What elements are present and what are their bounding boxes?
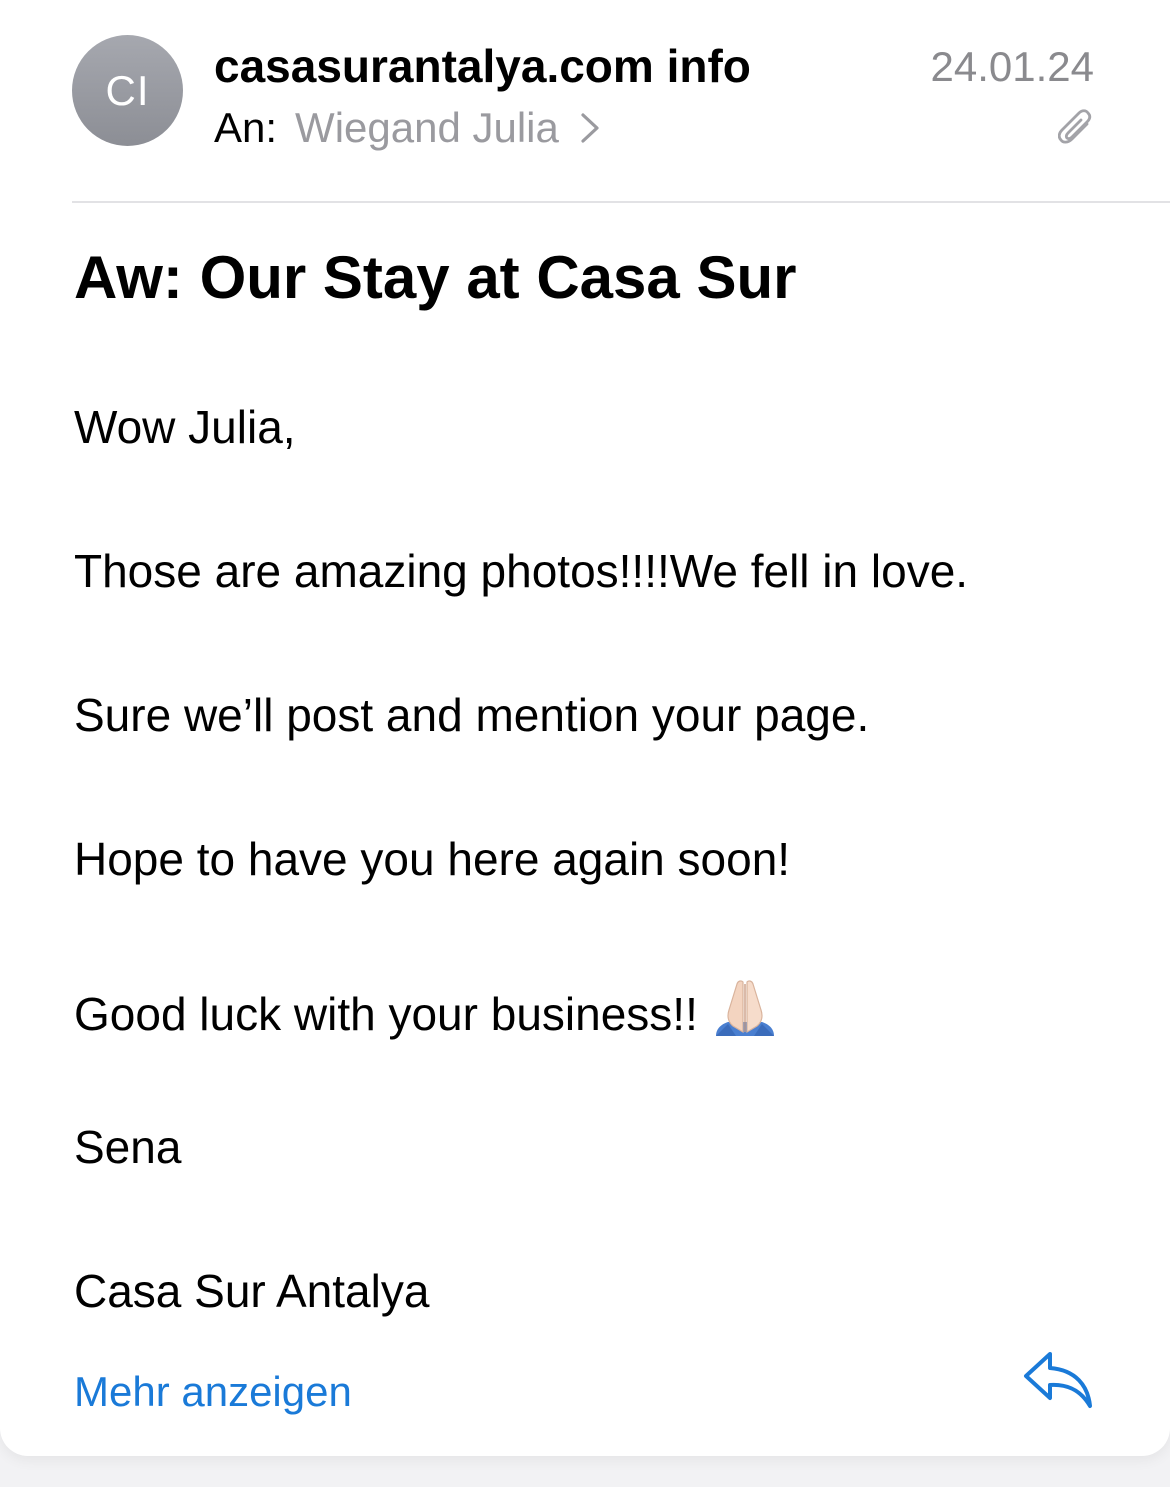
show-more-link[interactable]: Mehr anzeigen xyxy=(74,1364,352,1420)
body-text: Good luck with your business!! xyxy=(74,988,698,1040)
email-subject: Aw: Our Stay at Casa Sur xyxy=(74,244,797,311)
chevron-right-icon xyxy=(581,113,599,143)
sender-avatar[interactable]: CI xyxy=(72,35,183,146)
paperclip-icon xyxy=(1058,109,1092,144)
email-card: CI casasurantalya.com info 24.01.24 An: … xyxy=(0,0,1170,1456)
body-paragraph: Those are amazing photos!!!!We fell in l… xyxy=(74,545,969,597)
folded-hands-emoji xyxy=(715,980,774,1036)
reply-arrow-icon[interactable] xyxy=(1022,1350,1094,1412)
body-paragraph-with-emoji: Good luck with your business!! xyxy=(74,974,778,1043)
signature-name: Sena xyxy=(74,1121,182,1173)
to-label: An: xyxy=(214,104,278,151)
recipient-row[interactable]: An: Wiegand Julia xyxy=(214,100,601,156)
body-paragraph: Hope to have you here again soon! xyxy=(74,833,791,885)
sender-name[interactable]: casasurantalya.com info xyxy=(214,38,751,94)
recipient-name[interactable]: Wiegand Julia xyxy=(295,104,559,152)
header-divider xyxy=(72,201,1170,203)
email-date: 24.01.24 xyxy=(930,43,1095,90)
signature-company: Casa Sur Antalya xyxy=(74,1265,430,1317)
body-paragraph: Sure we’ll post and mention your page. xyxy=(74,689,870,741)
body-greeting: Wow Julia, xyxy=(74,401,296,453)
avatar-initials: CI xyxy=(105,66,150,114)
